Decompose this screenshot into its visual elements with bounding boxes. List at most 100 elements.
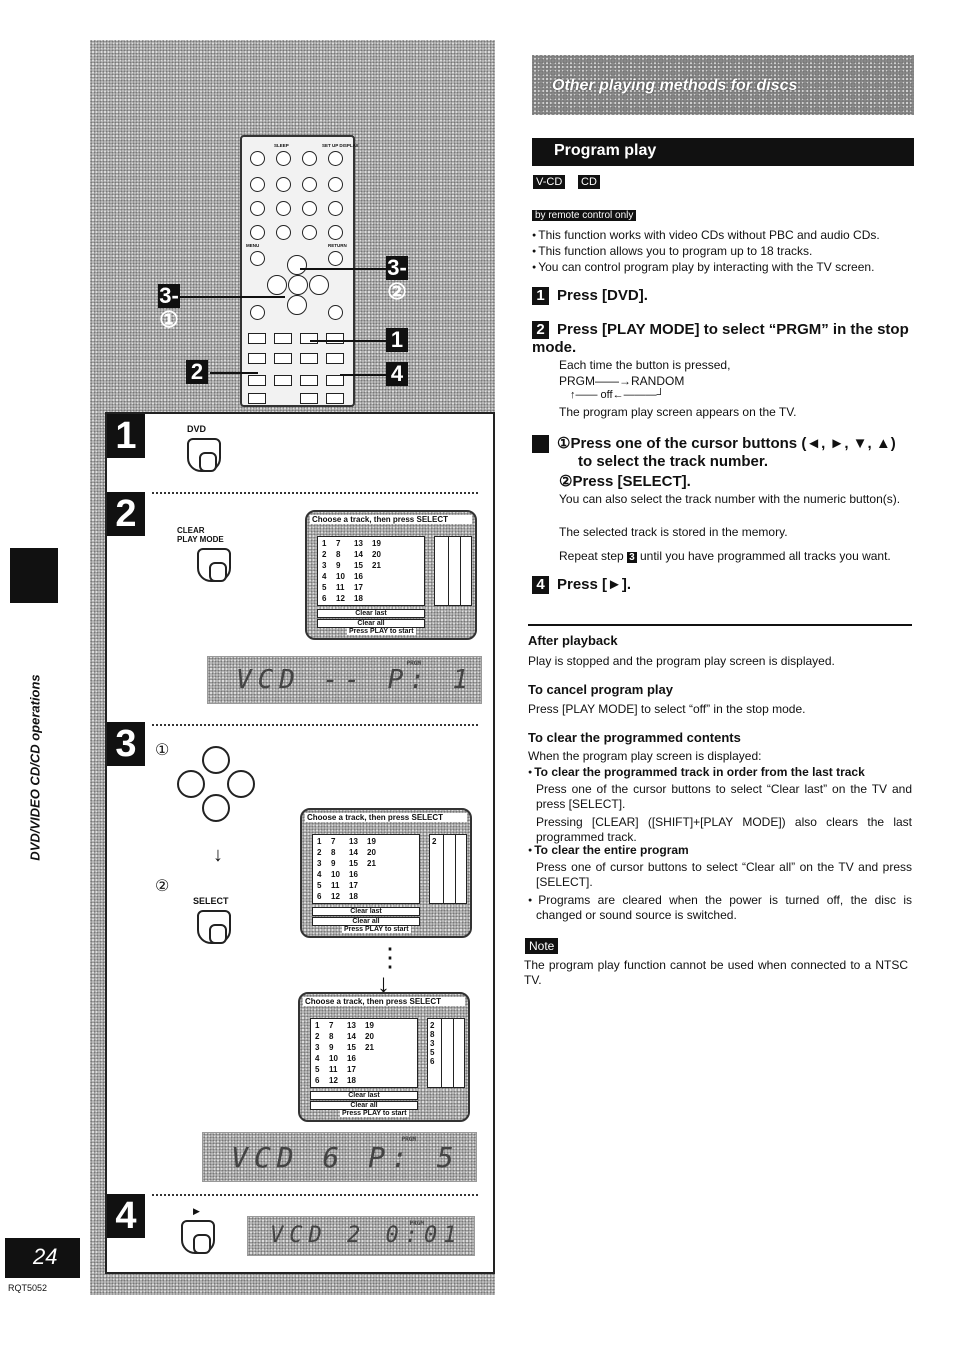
track-number[interactable]: 17 [354, 583, 372, 594]
track-number[interactable]: 7 [331, 837, 349, 848]
track-number[interactable]: 13 [347, 1021, 365, 1032]
track-number[interactable]: 21 [365, 1043, 383, 1054]
track-grid: 1 7 13 19 2 8 14 20 3 9 15 21 4 10 16 5 11 17 6 12 18 [317, 536, 425, 606]
substep-1-label: ① [155, 742, 170, 759]
track-number[interactable]: 12 [329, 1076, 347, 1087]
track-number[interactable]: 16 [349, 870, 367, 881]
track-number[interactable]: 20 [365, 1032, 383, 1043]
track-number[interactable]: 19 [367, 837, 385, 848]
track-number[interactable]: 14 [349, 848, 367, 859]
track-number[interactable]: 4 [315, 1054, 329, 1065]
track-number[interactable]: 5 [317, 881, 331, 892]
track-number[interactable] [365, 1054, 383, 1065]
cursor-up-icon [202, 746, 230, 774]
track-number[interactable]: 10 [331, 870, 349, 881]
track-number[interactable]: 16 [347, 1054, 365, 1065]
track-number[interactable]: 5 [315, 1065, 329, 1076]
intro-bullet: This function works with video CDs witho… [532, 228, 879, 243]
track-number[interactable]: 18 [349, 892, 367, 903]
track-number[interactable]: 11 [329, 1065, 347, 1076]
track-number[interactable]: 21 [372, 561, 390, 572]
track-number[interactable]: 2 [322, 550, 336, 561]
track-number[interactable]: 18 [354, 594, 372, 605]
track-number[interactable]: 7 [336, 539, 354, 550]
track-number[interactable]: 19 [372, 539, 390, 550]
track-number[interactable]: 8 [329, 1032, 347, 1043]
select-button-label: SELECT [193, 896, 229, 906]
track-number[interactable]: 9 [331, 859, 349, 870]
track-number[interactable] [367, 881, 385, 892]
disc-badge-cd: CD [578, 175, 600, 189]
track-number[interactable] [367, 870, 385, 881]
track-number[interactable]: 12 [336, 594, 354, 605]
track-number[interactable]: 6 [317, 892, 331, 903]
figure-step-3: 3 [107, 722, 145, 766]
track-number[interactable]: 20 [367, 848, 385, 859]
track-number[interactable]: 9 [329, 1043, 347, 1054]
prgm-indicator: PRGM [409, 1220, 424, 1227]
track-number[interactable]: 21 [367, 859, 385, 870]
track-number[interactable] [365, 1076, 383, 1087]
track-number[interactable]: 9 [336, 561, 354, 572]
num-button-icon [328, 201, 343, 216]
clear-all-option[interactable]: Clear all [312, 917, 420, 926]
track-number[interactable]: 6 [322, 594, 336, 605]
track-number[interactable]: 4 [322, 572, 336, 583]
track-number[interactable]: 8 [331, 848, 349, 859]
menu-button-icon [250, 251, 265, 266]
arrow-down-icon: ⋮ ↓ [377, 942, 403, 998]
track-number[interactable]: 1 [317, 837, 331, 848]
track-number[interactable]: 15 [354, 561, 372, 572]
track-number[interactable] [372, 572, 390, 583]
track-number[interactable]: 15 [349, 859, 367, 870]
clear-all-option[interactable]: Clear all [317, 619, 425, 628]
track-number[interactable]: 11 [336, 583, 354, 594]
clear-all-option[interactable]: Clear all [310, 1101, 418, 1110]
tv-screen-2: Choose a track, then press SELECT 1 7 13 19 2… [300, 808, 472, 938]
track-number[interactable] [372, 594, 390, 605]
step-3-title: ①Press one of the cursor buttons (◄, ►, … [557, 435, 896, 470]
clear-last-option[interactable]: Clear last [312, 907, 420, 916]
track-number[interactable]: 1 [322, 539, 336, 550]
track-number[interactable]: 11 [331, 881, 349, 892]
callout-line [340, 374, 386, 376]
track-number[interactable] [372, 583, 390, 594]
track-number[interactable]: 16 [354, 572, 372, 583]
track-number[interactable]: 15 [347, 1043, 365, 1054]
tv-header: Choose a track, then press SELECT [305, 813, 467, 822]
track-number[interactable]: 10 [336, 572, 354, 583]
track-number[interactable]: 3 [315, 1043, 329, 1054]
power-button-icon [250, 151, 265, 166]
track-number[interactable]: 3 [322, 561, 336, 572]
marker-button-icon [250, 305, 265, 320]
remote-key-icon [248, 353, 266, 364]
track-number[interactable]: 17 [347, 1065, 365, 1076]
track-number[interactable]: 6 [315, 1076, 329, 1087]
clear-last-option[interactable]: Clear last [310, 1091, 418, 1100]
track-number[interactable]: 2 [317, 848, 331, 859]
track-number[interactable]: 8 [336, 550, 354, 561]
track-number[interactable] [365, 1065, 383, 1076]
track-number[interactable]: 7 [329, 1021, 347, 1032]
track-number[interactable]: 12 [331, 892, 349, 903]
track-number[interactable]: 14 [347, 1032, 365, 1043]
track-number[interactable]: 20 [372, 550, 390, 561]
track-number[interactable]: 2 [315, 1032, 329, 1043]
track-number[interactable]: 18 [347, 1076, 365, 1087]
track-number[interactable]: 13 [354, 539, 372, 550]
divider [152, 1194, 478, 1196]
clear-last-option[interactable]: Clear last [317, 609, 425, 618]
track-number[interactable]: 10 [329, 1054, 347, 1065]
track-number[interactable]: 14 [354, 550, 372, 561]
num-button-icon [276, 201, 291, 216]
page-header: Other playing methods for discs [532, 55, 914, 115]
sidebar-marker [10, 548, 58, 603]
track-number[interactable]: 1 [315, 1021, 329, 1032]
track-number[interactable]: 19 [365, 1021, 383, 1032]
track-number[interactable]: 17 [349, 881, 367, 892]
track-number[interactable]: 3 [317, 859, 331, 870]
track-number[interactable] [367, 892, 385, 903]
track-number[interactable]: 5 [322, 583, 336, 594]
track-number[interactable]: 4 [317, 870, 331, 881]
track-number[interactable]: 13 [349, 837, 367, 848]
